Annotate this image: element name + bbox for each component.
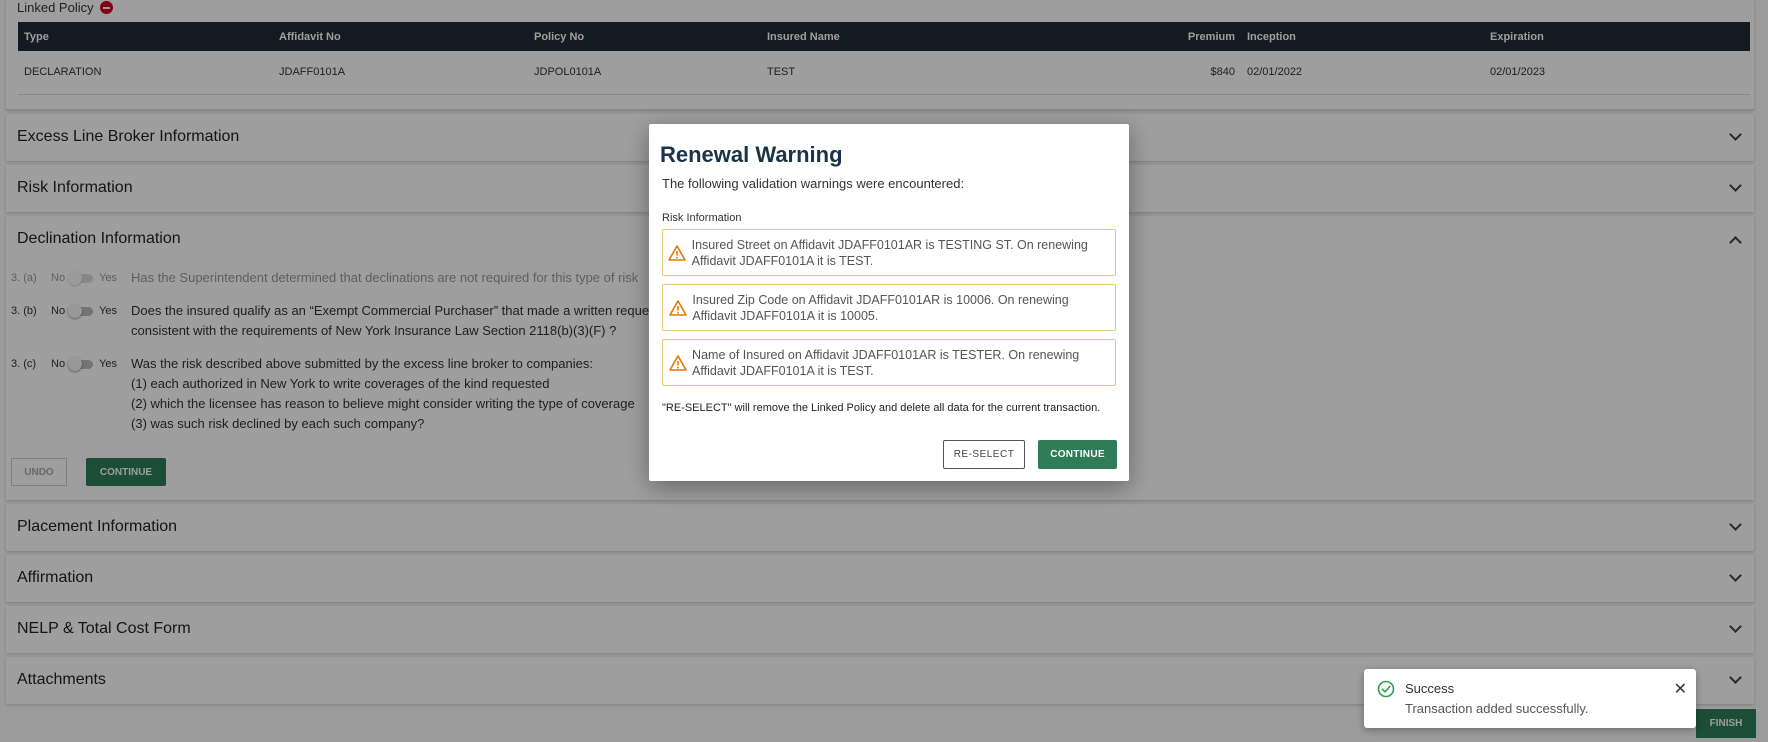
dialog-title: Renewal Warning: [660, 142, 843, 167]
success-toast: Success Transaction added successfully. …: [1364, 669, 1696, 728]
warning-text: Name of Insured on Affidavit JDAFF0101AR…: [692, 347, 1080, 378]
warning-item: Insured Street on Affidavit JDAFF0101AR …: [662, 229, 1116, 276]
renewal-warning-dialog: Renewal Warning The following validation…: [649, 124, 1129, 481]
warning-text: Insured Zip Code on Affidavit JDAFF0101A…: [692, 292, 1069, 323]
dialog-subtitle: The following validation warnings were e…: [662, 176, 965, 191]
warning-icon: [663, 354, 692, 371]
dialog-note: "RE-SELECT" will remove the Linked Polic…: [662, 402, 1101, 414]
warning-item: Insured Zip Code on Affidavit JDAFF0101A…: [662, 284, 1116, 331]
warning-text: Insured Street on Affidavit JDAFF0101AR …: [691, 237, 1088, 268]
check-circle-icon: [1377, 680, 1395, 703]
dialog-section-label: Risk Information: [662, 212, 742, 224]
warning-icon: [663, 299, 692, 316]
reselect-button[interactable]: RE-SELECT: [943, 440, 1025, 469]
toast-title: Success: [1405, 681, 1455, 696]
toast-message: Transaction added successfully.: [1405, 701, 1589, 716]
continue-button[interactable]: CONTINUE: [1038, 440, 1117, 469]
warning-icon: [663, 244, 692, 261]
close-icon[interactable]: ✕: [1674, 679, 1687, 699]
warning-item: Name of Insured on Affidavit JDAFF0101AR…: [662, 339, 1116, 386]
